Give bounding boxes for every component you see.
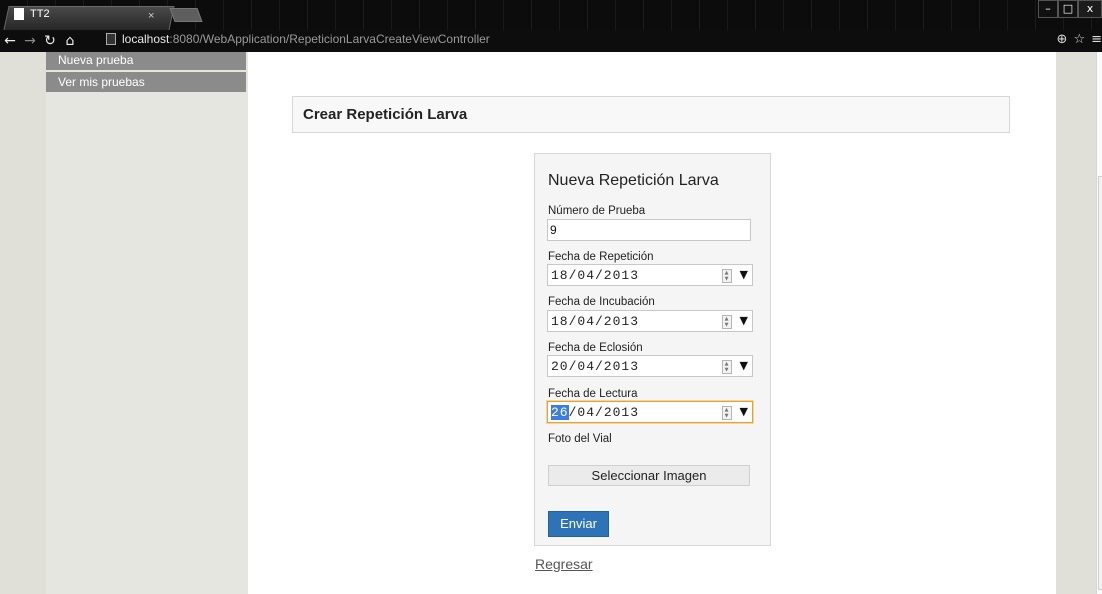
sidebar: Nueva prueba Ver mis pruebas	[46, 52, 248, 594]
dropdown-arrow-icon[interactable]: ▼	[740, 268, 749, 281]
page-title: Crear Repetición Larva	[292, 96, 1010, 133]
spinner-icon[interactable]: ▲ ▼	[722, 406, 732, 420]
dropdown-arrow-icon[interactable]: ▼	[740, 314, 749, 327]
fecha-incubacion-label: Fecha de Incubación	[548, 296, 655, 308]
url-path: :8080/WebApplication/RepeticionLarvaCrea…	[169, 32, 490, 46]
dropdown-arrow-icon[interactable]: ▼	[740, 359, 749, 372]
dropdown-arrow-icon[interactable]: ▼	[740, 405, 749, 418]
foto-vial-label: Foto del Vial	[548, 433, 612, 445]
browser-titlebar: TT2 × – □ x	[0, 0, 1102, 30]
form-title: Nueva Repetición Larva	[548, 172, 719, 189]
form-panel: Nueva Repetición Larva Número de Prueba …	[534, 153, 771, 546]
page-gutter-right	[1056, 52, 1096, 594]
reload-icon[interactable]: ↻	[40, 33, 60, 49]
close-window-button[interactable]: x	[1078, 0, 1102, 18]
address-bar[interactable]: localhost:8080/WebApplication/Repeticion…	[106, 32, 490, 46]
minimize-button[interactable]: –	[1038, 0, 1058, 18]
scrollbar[interactable]	[1096, 52, 1102, 594]
fecha-repeticion-value: 18/04/2013	[551, 268, 640, 283]
fecha-eclosion-input[interactable]: 20/04/2013 ▲ ▼ ▼	[547, 355, 753, 377]
fecha-incubacion-input[interactable]: 18/04/2013 ▲ ▼ ▼	[547, 310, 753, 332]
maximize-button[interactable]: □	[1058, 0, 1078, 18]
fecha-incubacion-value: 18/04/2013	[551, 314, 640, 329]
page-icon	[14, 8, 24, 20]
select-image-button[interactable]: Seleccionar Imagen	[548, 465, 750, 486]
star-icon[interactable]: ☆	[1073, 32, 1085, 47]
home-icon[interactable]: ⌂	[60, 33, 80, 49]
new-tab-button[interactable]	[169, 8, 203, 22]
fecha-lectura-label: Fecha de Lectura	[548, 388, 638, 400]
fecha-eclosion-label: Fecha de Eclosión	[548, 342, 643, 354]
sidebar-item-nueva-prueba[interactable]: Nueva prueba	[46, 52, 246, 72]
spinner-icon[interactable]: ▲ ▼	[722, 315, 732, 329]
fecha-eclosion-value: 20/04/2013	[551, 359, 640, 374]
spinner-icon[interactable]: ▲ ▼	[722, 360, 732, 374]
window-controls: – □ x	[1038, 0, 1102, 18]
menu-icon[interactable]: ≡	[1091, 32, 1102, 47]
tab-close-icon[interactable]: ×	[148, 10, 154, 22]
spinner-icon[interactable]: ▲ ▼	[722, 269, 732, 283]
back-icon[interactable]: ←	[0, 33, 20, 49]
forward-icon[interactable]: →	[20, 33, 40, 49]
toolbar-right: ⊕ ☆ ≡	[1057, 32, 1102, 47]
page-gutter-left	[0, 52, 46, 594]
page-viewport: Nueva prueba Ver mis pruebas Crear Repet…	[0, 52, 1096, 594]
tab-title: TT2	[30, 8, 50, 20]
fecha-lectura-input[interactable]: 26/04/2013 ▲ ▼ ▼	[547, 401, 753, 423]
page-icon	[106, 33, 116, 45]
fecha-repeticion-input[interactable]: 18/04/2013 ▲ ▼ ▼	[547, 264, 753, 286]
fecha-lectura-day-selected: 26	[551, 405, 569, 420]
numero-prueba-input[interactable]: 9	[547, 219, 751, 241]
browser-toolbar: ← → ↻ ⌂ localhost:8080/WebApplication/Re…	[0, 30, 1102, 52]
tab-content: TT2	[14, 8, 50, 20]
zoom-icon[interactable]: ⊕	[1057, 32, 1068, 47]
submit-button[interactable]: Enviar	[548, 511, 609, 537]
url-host: localhost	[122, 32, 170, 46]
numero-prueba-label: Número de Prueba	[548, 205, 646, 217]
back-link[interactable]: Regresar	[535, 556, 593, 572]
scrollbar-thumb[interactable]	[1098, 176, 1102, 590]
sidebar-item-ver-mis-pruebas[interactable]: Ver mis pruebas	[46, 72, 246, 94]
fecha-repeticion-label: Fecha de Repetición	[548, 251, 654, 263]
fecha-lectura-rest: /04/2013	[568, 405, 640, 420]
